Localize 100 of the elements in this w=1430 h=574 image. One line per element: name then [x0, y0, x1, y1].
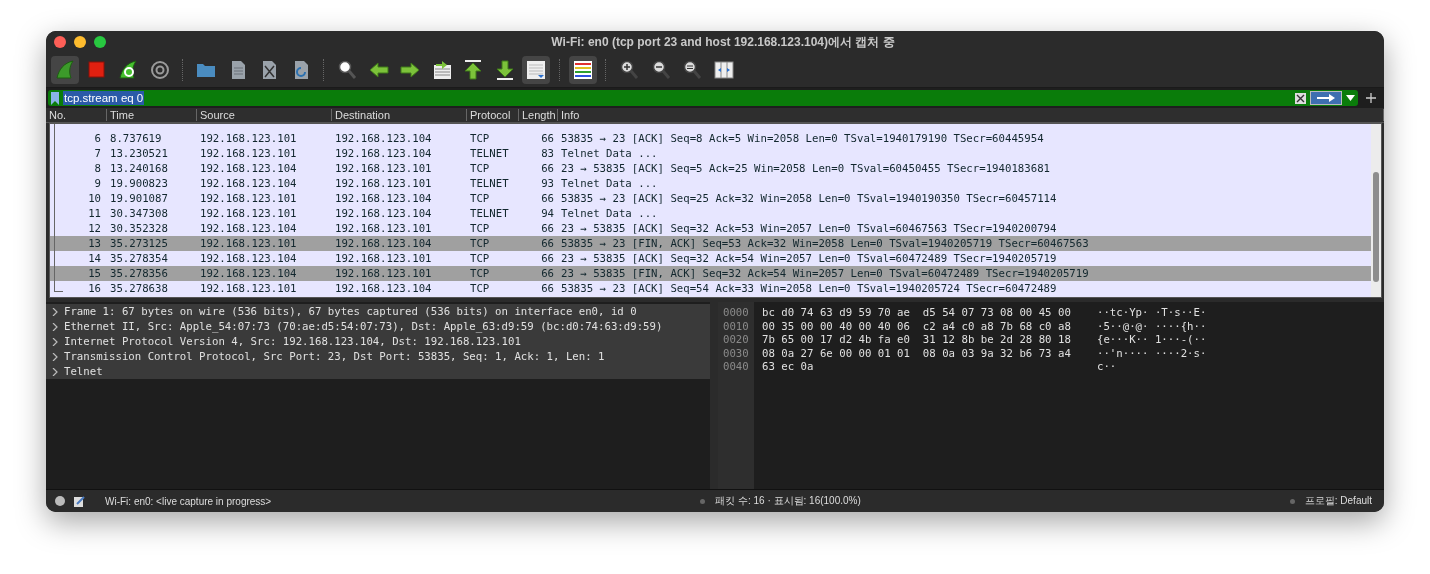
table-cell-text: 53835 → 23 [FIN, ACK] Seq=53 Ack=32 Win=2058 Len=0 TSval=1940205719 TSecr=60467563	[560, 237, 1089, 250]
table-cell-text: 35.278354	[109, 252, 169, 265]
table-cell-text: TELNET	[469, 207, 510, 220]
table-cell-text: 15	[87, 267, 102, 280]
table-cell-text: 13	[87, 237, 102, 250]
table-cell-text: 192.168.123.104	[334, 132, 433, 145]
table-cell-text: 19.900823	[109, 177, 169, 190]
table-cell-text: 66	[540, 267, 555, 280]
list-scroll-icon[interactable]	[522, 56, 550, 84]
column-header[interactable]: Source	[197, 109, 332, 121]
table-cell-text: 35.273125	[109, 237, 169, 250]
table-cell-text: 23 → 53835 [ACK] Seq=32 Ack=54 Win=2057 Len=0 TSval=60472489 TSecr=1940205719	[560, 252, 1057, 265]
byte-offset: 0010	[723, 319, 750, 334]
ascii-bytes: {e···K·· 1···-(··	[1097, 333, 1207, 347]
column-header[interactable]: No.	[46, 109, 107, 121]
column-header[interactable]: Length	[519, 109, 558, 121]
table-cell-text: TCP	[469, 222, 491, 235]
table-cell-text: 192.168.123.101	[199, 207, 298, 220]
scrollbar[interactable]	[1371, 124, 1381, 297]
close-button[interactable]	[54, 36, 66, 48]
table-cell-text: 192.168.123.101	[199, 237, 298, 250]
table-cell-text: 66	[540, 252, 555, 265]
table-cell-text: 23 → 53835 [ACK] Seq=32 Ack=53 Win=2057 Len=0 TSval=60467563 TSecr=1940200794	[560, 222, 1057, 235]
table-cell-text: TCP	[469, 237, 491, 250]
hex-bytes: 08 0a 27 6e 00 00 01 01 08 0a 03 9a 32 b6 73 a4	[762, 346, 1072, 361]
scrollbar-thumb[interactable]	[1373, 172, 1379, 282]
table-cell-text: 192.168.123.104	[334, 147, 433, 160]
profile-label[interactable]: 프로필: Default	[1304, 494, 1372, 508]
table-cell-text: 6	[93, 132, 102, 145]
column-header[interactable]: Protocol	[467, 109, 519, 121]
tree-item-label: Transmission Control Protocol, Src Port: 23, Dst Port: 53835, Seq: 1, Ack: 1, Len: 1	[64, 350, 605, 363]
table-cell-text: 53835 → 23 [ACK] Seq=8 Ack=5 Win=2058 Len=0 TSval=1940179190 TSecr=60445954	[560, 132, 1044, 145]
packet-row[interactable]: 13 35.273125 192.168.123.101 192.168.123.104 TCP 66 53835 → 23 [FIN, ACK] Seq=53 Ack=32 Win=2058 Len=0 TSval=1940205719 TSecr=60467563	[50, 236, 1371, 251]
table-cell-text: 192.168.123.101	[199, 282, 298, 295]
table-cell-text: Telnet Data ...	[560, 207, 658, 220]
colored-lines-icon[interactable]	[568, 56, 597, 84]
table-cell-text: 66	[540, 192, 555, 205]
byte-offset: 0020	[723, 333, 750, 347]
table-cell-text: 53835 → 23 [ACK] Seq=54 Ack=33 Win=2058 Len=0 TSval=1940205724 TSecr=60472489	[560, 282, 1057, 295]
packet-count: 패킷 수: 16 · 표시됨: 16(100.0%)	[715, 494, 861, 508]
table-cell-text: 14	[87, 252, 102, 265]
table-cell-text: TCP	[469, 162, 491, 175]
column-header[interactable]: Info	[558, 109, 1384, 121]
table-cell-text: 192.168.123.104	[199, 252, 298, 265]
table-cell-text: 19.901087	[109, 192, 169, 205]
table-cell-text: 192.168.123.101	[334, 162, 433, 175]
minimize-button[interactable]	[74, 36, 86, 48]
table-cell-text: 66	[540, 162, 555, 175]
tree-item[interactable]: Telnet	[46, 364, 710, 379]
ascii-bytes: c··	[1097, 360, 1118, 374]
tree-item[interactable]: Internet Protocol Version 4, Src: 192.168.123.104, Dst: 192.168.123.101	[46, 334, 710, 349]
table-cell-text: 53835 → 23 [ACK] Seq=25 Ack=32 Win=2058 Len=0 TSval=1940190350 TSecr=60457114	[560, 192, 1057, 205]
byte-offset: 0030	[723, 346, 750, 361]
table-cell-text: Telnet Data ...	[560, 147, 658, 160]
ascii-bytes: ·5··@·@· ····{h··	[1097, 319, 1207, 334]
apply-button[interactable]	[1310, 91, 1342, 105]
table-cell-text: 35.278638	[109, 282, 169, 295]
chevron-icon[interactable]	[52, 352, 58, 361]
capture-status: Wi-Fi: en0: <live capture in progress>	[105, 495, 272, 507]
column-header[interactable]: Destination	[332, 109, 467, 121]
table-cell-text: 9	[93, 177, 102, 190]
table-cell-text: 192.168.123.104	[199, 267, 298, 280]
packet-row[interactable]: 15 35.278356 192.168.123.104 192.168.123.101 TCP 66 23 → 53835 [FIN, ACK] Seq=32 Ack=54 Win=2057 Len=0 TSval=60472489 TSecr=1940205719	[50, 266, 1371, 281]
ascii-bytes: ··tc·Yp· ·T·s··E·	[1097, 306, 1207, 320]
hex-bytes: 00 35 00 00 40 00 40 06 c2 a4 c0 a8 7b 68 c0 a8	[762, 319, 1072, 334]
bookmark-icon[interactable]	[51, 91, 59, 105]
chevron-icon[interactable]	[52, 337, 58, 346]
table-cell-text: 13.230521	[109, 147, 169, 160]
table-cell-text: TCP	[469, 282, 491, 295]
fin-icon[interactable]	[51, 56, 79, 84]
table-cell-text: 192.168.123.104	[199, 162, 298, 175]
table-cell-text: 23 → 53835 [FIN, ACK] Seq=32 Ack=54 Win=2057 Len=0 TSval=60472489 TSecr=1940205719	[560, 267, 1089, 280]
zoom-button[interactable]	[94, 36, 106, 48]
table-cell-text: 8	[93, 162, 102, 175]
table-cell-text: 66	[540, 132, 555, 145]
column-header[interactable]: Time	[107, 109, 197, 121]
table-cell-text: 192.168.123.101	[199, 147, 298, 160]
tree-item-label: Internet Protocol Version 4, Src: 192.168.123.104, Dst: 192.168.123.101	[64, 335, 521, 348]
table-cell-text: 192.168.123.104	[199, 177, 298, 190]
hex-bytes: bc d0 74 63 d9 59 70 ae d5 54 07 73 08 00 45 00	[762, 306, 1072, 320]
byte-offset: 0000	[723, 306, 750, 320]
window-title: Wi-Fi: en0 (tcp port 23 and host 192.168.123.104)에서 캡처 중	[550, 33, 896, 51]
tree-item[interactable]: Frame 1: 67 bytes on wire (536 bits), 67 bytes captured (536 bits) on interface en0, id 0	[46, 304, 710, 319]
table-cell-text: 83	[540, 147, 555, 160]
table-cell-text: 192.168.123.101	[334, 252, 433, 265]
chevron-icon[interactable]	[52, 307, 58, 316]
display-filter-field[interactable]: tcp.stream eq 0	[48, 90, 1358, 106]
table-cell-text: 23 → 53835 [ACK] Seq=5 Ack=25 Win=2058 Len=0 TSval=60450455 TSecr=1940183681	[560, 162, 1051, 175]
clear-icon[interactable]	[1295, 92, 1306, 104]
status-indicator-icon[interactable]	[55, 496, 65, 506]
chevron-icon[interactable]	[52, 322, 58, 331]
tree-item[interactable]: Transmission Control Protocol, Src Port: 23, Dst Port: 53835, Seq: 1, Ack: 1, Len: 1	[46, 349, 710, 364]
edit-icon[interactable]	[74, 495, 85, 507]
table-cell-text: 192.168.123.104	[199, 222, 298, 235]
tree-item[interactable]: Ethernet II, Src: Apple_54:07:73 (70:ae:d5:54:07:73), Dst: Apple_63:d9:59 (bc:d0:74:63:d9:59)	[46, 319, 710, 334]
table-cell-text: 13.240168	[109, 162, 169, 175]
table-cell-text: 66	[540, 222, 555, 235]
caret-icon[interactable]	[1346, 95, 1355, 101]
table-cell-text: 30.347308	[109, 207, 169, 220]
chevron-icon[interactable]	[52, 367, 58, 376]
